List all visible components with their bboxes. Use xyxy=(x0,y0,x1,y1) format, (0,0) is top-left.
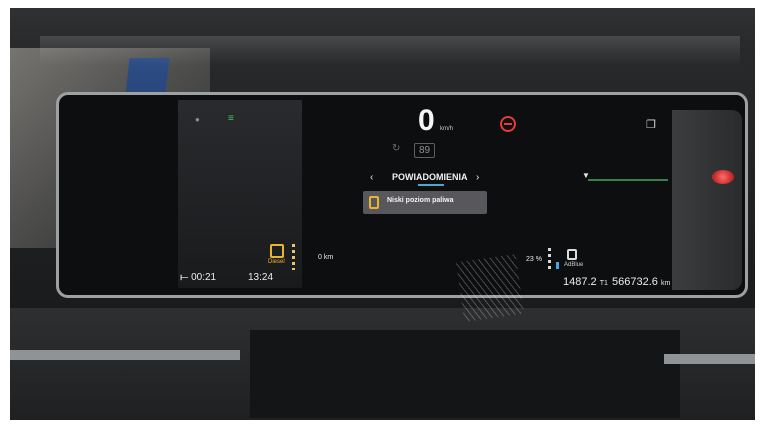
warning-lamp-icon xyxy=(712,170,734,184)
trip-time: ⟝ 00:21 xyxy=(180,272,217,283)
trim-left xyxy=(10,350,240,360)
menu-next-arrow[interactable]: › xyxy=(476,172,479,183)
menu-page-indicator xyxy=(418,184,444,186)
notification-card: Niski poziom paliwa xyxy=(363,191,487,214)
trim-right xyxy=(664,354,755,364)
low-fuel-icon xyxy=(369,196,379,209)
no-entry-icon xyxy=(500,116,516,132)
center-console xyxy=(250,330,680,418)
high-beam-icon: ≡ xyxy=(228,113,234,124)
fuel-type-label: Diesel xyxy=(268,259,285,265)
trip-km-value: 1487.2 xyxy=(563,276,597,288)
adblue-percent: 23 % xyxy=(526,256,542,263)
adblue-label: AdBlue xyxy=(564,262,584,268)
menu-title: POWIADOMIENIA xyxy=(392,172,468,182)
right-glass-panel xyxy=(672,110,742,290)
total-km-value: 566732.6 xyxy=(612,276,658,288)
total-km-unit: km xyxy=(660,280,671,287)
adblue-level-bar xyxy=(556,262,559,269)
window-icon: ❐ xyxy=(646,119,656,131)
fuel-pump-icon xyxy=(270,244,284,258)
glass-scratch xyxy=(456,254,524,322)
lane-guide-line xyxy=(588,179,668,181)
clock: 13:24 xyxy=(248,272,274,283)
menu-prev-arrow[interactable]: ‹ xyxy=(370,172,373,183)
trip-odometer: 1487.2 T1 xyxy=(563,276,608,288)
total-odometer: 566732.6 km xyxy=(612,276,670,288)
adblue-gauge-scale xyxy=(548,248,551,272)
speed-limit-value: 89 xyxy=(414,143,436,158)
range-readout: 0 km xyxy=(318,254,334,261)
speed-unit: km/h xyxy=(440,126,454,132)
glass-reflection xyxy=(40,36,740,66)
adblue-icon xyxy=(567,249,577,260)
speedometer-value: 0 xyxy=(418,104,435,137)
trip-km-unit: T1 xyxy=(599,280,608,287)
notification-text: Niski poziom paliwa xyxy=(387,197,454,204)
temperature-icon: ● xyxy=(195,115,200,124)
fuel-gauge-scale xyxy=(292,244,295,270)
speed-limiter-icon: ↻ xyxy=(392,143,401,154)
